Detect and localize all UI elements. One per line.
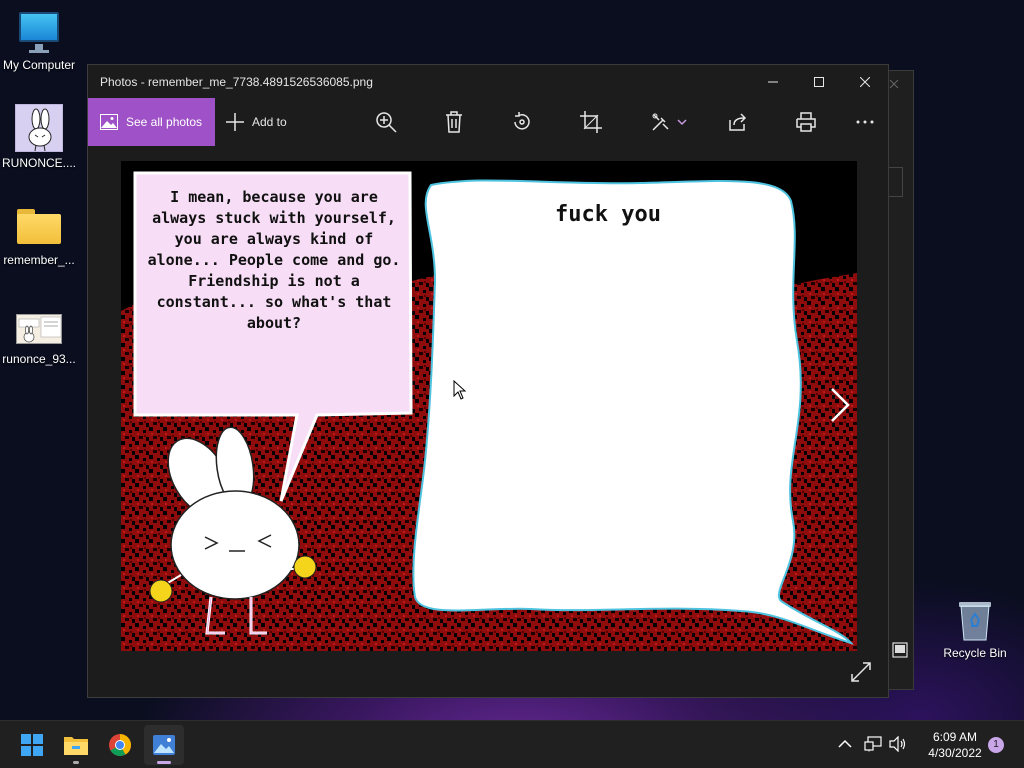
zoom-in-icon <box>376 112 397 133</box>
see-all-photos-button[interactable]: See all photos <box>88 98 215 146</box>
start-icon <box>21 734 43 756</box>
maximize-button[interactable] <box>796 65 842 99</box>
share-icon <box>729 113 747 131</box>
photos-window[interactable]: Photos - remember_me_7738.4891526536085.… <box>87 64 889 698</box>
add-to-button[interactable]: Add to <box>226 98 287 146</box>
recycle-bin-icon <box>955 598 995 642</box>
plus-icon <box>226 113 244 131</box>
maximize-icon <box>814 77 824 87</box>
window-title: Photos - remember_me_7738.4891526536085.… <box>100 75 373 89</box>
print-button[interactable] <box>784 98 828 146</box>
display-icon[interactable] <box>892 642 908 658</box>
close-icon <box>860 77 870 87</box>
taskbar: 6:09 AM 4/30/2022 1 <box>0 720 1024 768</box>
desktop-icon-remember-folder[interactable]: remember_... <box>0 207 79 267</box>
chevron-up-icon[interactable] <box>838 739 852 749</box>
monitor-icon <box>17 10 61 54</box>
desktop-icon-label: RUNONCE.... <box>1 156 76 170</box>
close-button[interactable] <box>842 65 888 99</box>
expand-icon <box>851 662 871 682</box>
zoom-in-button[interactable] <box>364 98 408 146</box>
taskbar-photos[interactable] <box>144 725 184 765</box>
taskbar-file-explorer[interactable] <box>56 725 96 765</box>
desktop-icon-label: remember_... <box>3 253 75 267</box>
photos-icon <box>153 735 175 755</box>
network-icon[interactable] <box>864 736 882 752</box>
minimize-icon <box>768 81 778 83</box>
photos-icon <box>100 114 118 130</box>
title-bar[interactable]: Photos - remember_me_7738.4891526536085.… <box>88 65 888 99</box>
desktop-icon-label: Recycle Bin <box>943 646 1007 660</box>
taskbar-chrome[interactable] <box>100 725 140 765</box>
desktop-icon-runonce[interactable]: RUNONCE.... <box>0 104 79 170</box>
image-thumbnail-icon <box>16 314 62 344</box>
clock-time: 6:09 AM <box>932 730 978 744</box>
chrome-icon <box>109 734 131 756</box>
left-bubble-text: I mean, because you are always stuck wit… <box>147 188 401 332</box>
close-icon[interactable] <box>889 79 899 89</box>
print-icon <box>796 112 816 132</box>
minimize-button[interactable] <box>750 65 796 99</box>
toolbar: See all photos Add to <box>88 98 888 146</box>
next-image-button[interactable] <box>824 385 854 425</box>
system-clock[interactable]: 6:09 AM 4/30/2022 <box>914 729 996 761</box>
photo-viewer-image[interactable]: I mean, because you are always stuck wit… <box>121 161 857 651</box>
file-explorer-icon <box>64 737 88 755</box>
delete-button[interactable] <box>432 98 476 146</box>
desktop-icon-my-computer[interactable]: My Computer <box>0 10 79 72</box>
volume-icon[interactable] <box>889 736 907 752</box>
desktop-icon-label: My Computer <box>2 58 76 72</box>
more-icon <box>856 120 874 124</box>
share-button[interactable] <box>716 98 760 146</box>
bunny-thumbnail-icon <box>15 104 63 152</box>
edit-button[interactable] <box>644 98 694 146</box>
add-to-label: Add to <box>252 115 287 129</box>
chevron-right-icon <box>831 388 850 422</box>
clock-date: 4/30/2022 <box>928 746 982 760</box>
desktop-icon-label: runonce_93... <box>2 352 76 366</box>
notification-badge[interactable]: 1 <box>988 737 1004 753</box>
background-window[interactable] <box>885 70 914 690</box>
chevron-down-icon <box>677 119 687 126</box>
rotate-icon <box>514 112 530 130</box>
rotate-button[interactable] <box>500 98 544 146</box>
crop-button[interactable] <box>569 98 613 146</box>
delete-icon <box>446 111 462 133</box>
folder-icon <box>17 207 61 245</box>
desktop-icon-runonce-image[interactable]: runonce_93... <box>0 314 79 366</box>
right-bubble-text: fuck you <box>555 202 661 227</box>
mouse-cursor-icon <box>453 380 467 400</box>
desktop-icon-recycle-bin[interactable]: Recycle Bin <box>935 598 1015 660</box>
crop-icon <box>580 111 602 133</box>
full-screen-button[interactable] <box>850 661 876 687</box>
see-all-photos-label: See all photos <box>126 115 203 129</box>
more-options-button[interactable] <box>843 98 887 146</box>
start-button[interactable] <box>12 725 52 765</box>
edit-icon <box>652 113 669 131</box>
